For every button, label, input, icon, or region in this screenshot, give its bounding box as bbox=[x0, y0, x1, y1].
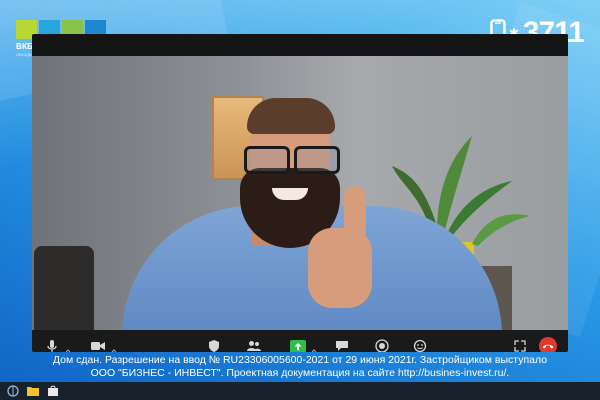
fullscreen-icon[interactable] bbox=[510, 336, 530, 352]
microphone-icon[interactable] bbox=[42, 336, 62, 352]
person-hair bbox=[247, 98, 335, 134]
record-icon[interactable] bbox=[372, 336, 392, 352]
person-hand bbox=[308, 228, 372, 308]
end-call-icon[interactable] bbox=[538, 336, 558, 352]
chevron-up-icon[interactable] bbox=[65, 341, 71, 352]
caption-line-2: ООО "БИЗНЕС - ИНВЕСТ". Проектная докумен… bbox=[90, 367, 510, 379]
reactions-icon[interactable] bbox=[410, 336, 430, 352]
chat-icon[interactable] bbox=[332, 336, 352, 352]
chevron-up-icon[interactable] bbox=[111, 341, 117, 352]
video-camera-icon[interactable] bbox=[88, 336, 108, 352]
glasses-lens bbox=[294, 146, 340, 174]
glasses-lens bbox=[244, 146, 290, 174]
store-icon[interactable] bbox=[46, 384, 60, 398]
video-call-window bbox=[32, 34, 568, 352]
glasses bbox=[240, 146, 344, 174]
chair bbox=[34, 246, 94, 330]
call-toolbar bbox=[32, 330, 568, 352]
thumb-up bbox=[344, 186, 366, 242]
window-titlebar bbox=[32, 34, 568, 56]
file-explorer-icon[interactable] bbox=[26, 384, 40, 398]
share-screen-icon[interactable] bbox=[288, 336, 308, 352]
video-feed bbox=[32, 56, 568, 352]
participants-icon[interactable] bbox=[244, 336, 264, 352]
caption: Дом сдан. Разрешение на ввод № RU2330600… bbox=[0, 354, 600, 380]
shield-icon[interactable] bbox=[204, 336, 224, 352]
video-scene bbox=[32, 56, 568, 330]
taskbar bbox=[0, 382, 600, 400]
caption-line-1: Дом сдан. Разрешение на ввод № RU2330600… bbox=[52, 354, 548, 366]
windows-start-icon[interactable] bbox=[6, 384, 20, 398]
chevron-up-icon[interactable] bbox=[311, 341, 317, 352]
